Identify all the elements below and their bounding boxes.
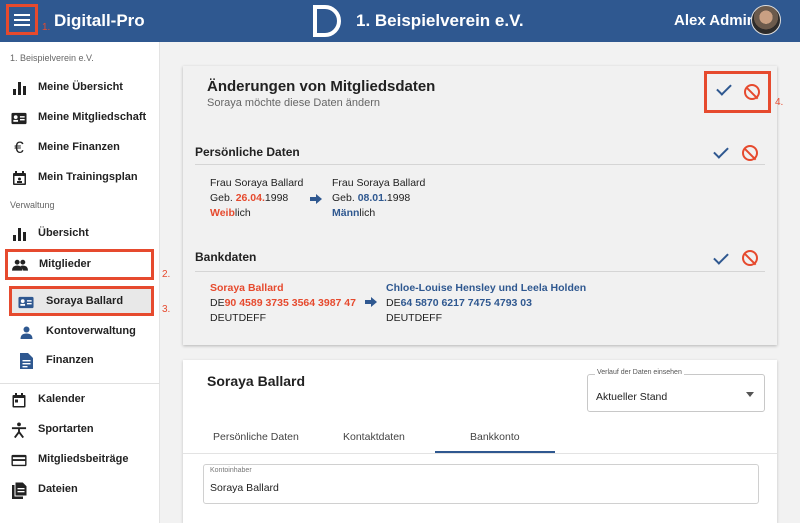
menu-button[interactable] bbox=[6, 4, 38, 35]
id-card-icon bbox=[11, 110, 27, 126]
sidebar-item-dateien[interactable]: Dateien bbox=[0, 476, 160, 504]
sidebar-item-meine-uebersicht[interactable]: Meine Übersicht bbox=[0, 74, 160, 102]
reject-bank-icon[interactable] bbox=[742, 250, 758, 266]
document-icon bbox=[18, 353, 34, 369]
annotation-3: 3. bbox=[162, 304, 171, 315]
bank-data-heading: Bankdaten bbox=[195, 250, 257, 264]
new-name: Frau Soraya Ballard bbox=[332, 177, 426, 189]
sidebar-item-label: Übersicht bbox=[38, 227, 89, 239]
member-name: Soraya Ballard bbox=[207, 373, 306, 389]
sidebar-admin-label: Verwaltung bbox=[10, 200, 55, 210]
calendar-person-icon bbox=[11, 170, 27, 186]
sidebar-item-label: Soraya Ballard bbox=[46, 295, 124, 307]
app-title: Digitall-Pro bbox=[54, 11, 145, 30]
change-request-subtitle: Soraya möchte diese Daten ändern bbox=[207, 97, 381, 109]
change-request-card: Änderungen von Mitgliedsdaten Soraya möc… bbox=[183, 66, 783, 345]
annotation-2: 2. bbox=[162, 269, 171, 280]
sidebar-item-mein-trainingsplan[interactable]: Mein Trainingsplan bbox=[0, 164, 160, 192]
sidebar-item-meine-finanzen[interactable]: € Meine Finanzen bbox=[0, 134, 160, 162]
change-request-title: Änderungen von Mitgliedsdaten bbox=[207, 78, 436, 95]
sidebar-club-label: 1. Beispielverein e.V. bbox=[10, 53, 94, 63]
sidebar-item-label: Kontoverwaltung bbox=[46, 325, 136, 337]
accept-personal-check-icon[interactable] bbox=[713, 143, 729, 159]
sidebar-item-mitglieder[interactable]: Mitglieder bbox=[5, 249, 154, 280]
new-bic: DEUTDEFF bbox=[386, 312, 442, 324]
user-name[interactable]: Alex Admin bbox=[674, 12, 756, 29]
old-birthdate: Geb. 26.04.1998 bbox=[210, 192, 289, 204]
sidebar: 1. Beispielverein e.V. Meine Übersicht M… bbox=[0, 42, 170, 523]
hamburger-menu-icon bbox=[14, 13, 30, 26]
id-card-icon bbox=[18, 294, 34, 310]
sidebar-item-sportarten[interactable]: Sportarten bbox=[0, 416, 160, 444]
bar-chart-icon bbox=[11, 226, 27, 242]
sidebar-item-kontoverwaltung[interactable]: Kontoverwaltung bbox=[0, 318, 160, 346]
sport-person-icon bbox=[11, 422, 27, 438]
sidebar-item-meine-mitgliedschaft[interactable]: Meine Mitgliedschaft bbox=[0, 104, 160, 132]
people-icon bbox=[12, 257, 28, 273]
sidebar-item-label: Finanzen bbox=[46, 354, 94, 366]
sidebar-item-mitgliedsbeitraege[interactable]: Mitgliedsbeiträge bbox=[0, 446, 160, 474]
sidebar-item-uebersicht[interactable]: Übersicht bbox=[0, 220, 160, 248]
user-avatar[interactable] bbox=[751, 5, 781, 35]
account-holder-label: Kontoinhaber bbox=[210, 467, 252, 474]
person-icon bbox=[18, 324, 34, 340]
tab-bankkonto[interactable]: Bankkonto bbox=[470, 431, 520, 443]
sidebar-item-finanzen[interactable]: Finanzen bbox=[0, 347, 160, 375]
reject-personal-icon[interactable] bbox=[742, 145, 758, 161]
new-iban: DE64 5870 6217 7475 4793 03 bbox=[386, 297, 532, 309]
reject-all-icon[interactable] bbox=[744, 84, 760, 100]
arrow-right-icon bbox=[365, 297, 377, 307]
sidebar-item-label: Sportarten bbox=[38, 423, 94, 435]
account-holder-field[interactable]: Kontoinhaber Soraya Ballard bbox=[203, 464, 759, 504]
section-divider bbox=[195, 271, 765, 272]
accept-bank-check-icon[interactable] bbox=[713, 249, 729, 265]
new-birthdate: Geb. 08.01.1998 bbox=[332, 192, 411, 204]
history-select[interactable]: Verlauf der Daten einsehen Aktueller Sta… bbox=[587, 369, 765, 412]
old-name: Frau Soraya Ballard bbox=[210, 177, 304, 189]
new-account-holder: Chloe-Louise Hensley und Leela Holden bbox=[386, 282, 587, 294]
section-divider bbox=[195, 164, 765, 165]
bar-chart-icon bbox=[11, 80, 27, 96]
sidebar-item-label: Meine Mitgliedschaft bbox=[38, 111, 147, 123]
old-account-holder: Soraya Ballard bbox=[210, 282, 284, 294]
files-icon bbox=[11, 481, 27, 499]
new-gender: Männlich bbox=[332, 207, 376, 219]
club-logo-icon bbox=[313, 5, 341, 37]
personal-data-heading: Persönliche Daten bbox=[195, 145, 300, 159]
sidebar-item-label: Meine Übersicht bbox=[38, 81, 123, 93]
tab-kontaktdaten[interactable]: Kontaktdaten bbox=[343, 431, 405, 443]
accept-reject-all-box bbox=[704, 71, 771, 113]
top-app-bar: 1. Digitall-Pro 1. Beispielverein e.V. A… bbox=[0, 0, 800, 42]
calendar-icon bbox=[11, 392, 27, 408]
sidebar-item-label: Mitgliedsbeiträge bbox=[38, 453, 129, 465]
dropdown-caret-icon bbox=[746, 392, 754, 397]
sidebar-item-label: Meine Finanzen bbox=[38, 141, 120, 153]
old-gender: Weiblich bbox=[210, 207, 251, 219]
euro-icon: € bbox=[14, 138, 24, 157]
accept-all-check-icon[interactable] bbox=[716, 80, 732, 96]
tab-persoenliche-daten[interactable]: Persönliche Daten bbox=[213, 431, 299, 443]
credit-card-icon bbox=[11, 452, 27, 468]
arrow-right-icon bbox=[310, 194, 322, 204]
sidebar-divider bbox=[0, 383, 160, 384]
history-select-value: Aktueller Stand bbox=[596, 391, 668, 403]
history-select-label: Verlauf der Daten einsehen bbox=[595, 369, 684, 376]
annotation-4: 4. bbox=[775, 97, 784, 108]
account-holder-value: Soraya Ballard bbox=[210, 482, 279, 494]
annotation-1: 1. bbox=[42, 22, 51, 33]
sidebar-item-label: Mitglieder bbox=[39, 258, 91, 270]
sidebar-item-label: Kalender bbox=[38, 393, 86, 405]
old-bic: DEUTDEFF bbox=[210, 312, 266, 324]
member-detail-card: Soraya Ballard Verlauf der Daten einsehe… bbox=[183, 360, 777, 523]
sidebar-item-label: Mein Trainingsplan bbox=[38, 171, 138, 183]
sidebar-item-soraya-ballard[interactable]: Soraya Ballard bbox=[9, 286, 154, 316]
active-tab-indicator bbox=[435, 451, 555, 453]
sidebar-item-label: Dateien bbox=[38, 483, 78, 495]
tab-bar-divider bbox=[183, 453, 777, 454]
sidebar-item-kalender[interactable]: Kalender bbox=[0, 386, 160, 414]
club-title: 1. Beispielverein e.V. bbox=[356, 11, 524, 30]
old-iban: DE90 4589 3735 3564 3987 47 bbox=[210, 297, 356, 309]
